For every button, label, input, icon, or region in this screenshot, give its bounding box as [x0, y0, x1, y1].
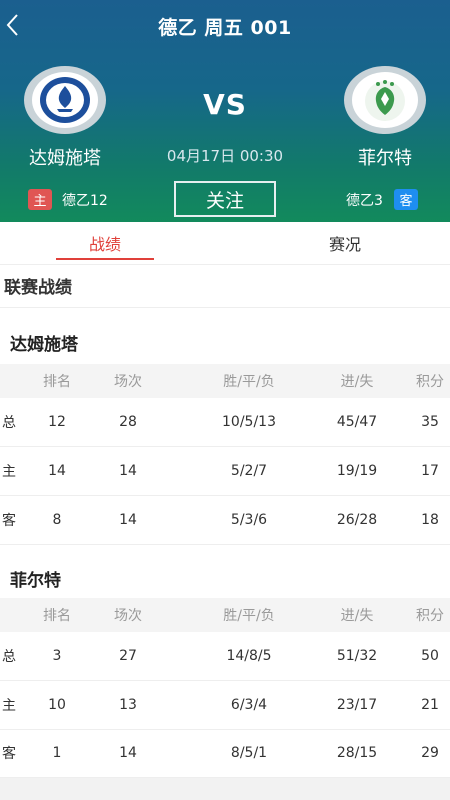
- rank-cell: 12: [48, 414, 66, 430]
- points-cell: 29: [421, 745, 439, 761]
- table-row: 主 14 14 5/2/7 19/19 17: [0, 447, 450, 496]
- table-row: 总 3 27 14/8/5 51/32 50: [0, 632, 450, 681]
- played-cell: 14: [119, 512, 137, 528]
- away-league-rank: 德乙3: [346, 193, 383, 209]
- row-type: 主: [2, 698, 16, 714]
- column-header: 排名: [43, 608, 71, 624]
- table-row: 客 8 14 5/3/6 26/28 18: [0, 496, 450, 545]
- wdl-cell: 10/5/13: [222, 414, 276, 430]
- goals-cell: 51/32: [336, 648, 378, 664]
- divider: [0, 264, 450, 265]
- played-cell: 14: [119, 745, 137, 761]
- row-type: 客: [2, 746, 16, 762]
- column-header: 进/失: [340, 608, 374, 624]
- home-team-heading: 达姆施塔: [10, 335, 78, 355]
- points-cell: 18: [421, 512, 439, 528]
- match-header: 德乙 周五 001 VS 达姆施塔 04月17日 00:30 菲尔特 主 德乙1…: [0, 0, 450, 222]
- away-team-name: 菲尔特: [358, 148, 412, 169]
- column-header: 排名: [43, 374, 71, 390]
- active-tab-indicator: [56, 258, 154, 260]
- section-title: 联赛战绩: [4, 278, 72, 298]
- footer-spacer: [0, 778, 450, 800]
- table-row: 客 1 14 8/5/1 28/15 29: [0, 729, 450, 778]
- played-cell: 13: [119, 697, 137, 713]
- table-header: 排名 场次 胜/平/负 进/失 积分: [0, 364, 450, 398]
- played-cell: 14: [119, 463, 137, 479]
- points-cell: 17: [421, 463, 439, 479]
- rank-cell: 10: [48, 697, 66, 713]
- table-row: 主 10 13 6/3/4 23/17 21: [0, 681, 450, 730]
- page-title: 德乙 周五 001: [158, 17, 292, 39]
- goals-cell: 45/47: [336, 414, 378, 430]
- goals-cell: 26/28: [336, 512, 378, 528]
- home-badge: 主: [28, 189, 52, 210]
- rank-cell: 3: [52, 648, 62, 664]
- wdl-cell: 8/5/1: [230, 745, 268, 761]
- column-header: 进/失: [340, 374, 374, 390]
- row-type: 主: [2, 464, 16, 480]
- column-header: 胜/平/负: [223, 374, 275, 390]
- column-header: 场次: [114, 608, 142, 624]
- column-header: 积分: [416, 608, 444, 624]
- away-team-logo[interactable]: [344, 66, 426, 134]
- away-team-heading: 菲尔特: [10, 571, 61, 591]
- rank-cell: 8: [52, 512, 62, 528]
- wdl-cell: 14/8/5: [226, 648, 272, 664]
- rank-cell: 1: [52, 745, 62, 761]
- divider: [0, 307, 450, 308]
- rank-cell: 14: [48, 463, 66, 479]
- row-type: 客: [2, 513, 16, 529]
- played-cell: 27: [119, 648, 137, 664]
- table-header: 排名 场次 胜/平/负 进/失 积分: [0, 598, 450, 632]
- greuther-furth-crest-icon: [365, 80, 405, 121]
- table-row: 总 12 28 10/5/13 45/47 35: [0, 398, 450, 447]
- wdl-cell: 5/2/7: [230, 463, 268, 479]
- points-cell: 21: [421, 697, 439, 713]
- wdl-cell: 6/3/4: [230, 697, 268, 713]
- points-cell: 35: [421, 414, 439, 430]
- column-header: 积分: [416, 374, 444, 390]
- follow-button[interactable]: 关注: [174, 181, 276, 217]
- home-league-rank: 德乙12: [62, 193, 108, 209]
- goals-cell: 19/19: [336, 463, 378, 479]
- goals-cell: 28/15: [336, 745, 378, 761]
- away-badge: 客: [394, 189, 418, 210]
- row-type: 总: [2, 415, 16, 431]
- row-type: 总: [2, 649, 16, 665]
- played-cell: 28: [119, 414, 137, 430]
- column-header: 场次: [114, 374, 142, 390]
- wdl-cell: 5/3/6: [230, 512, 268, 528]
- points-cell: 50: [421, 648, 439, 664]
- column-header: 胜/平/负: [223, 608, 275, 624]
- goals-cell: 23/17: [336, 697, 378, 713]
- tab-live[interactable]: 赛况: [296, 222, 394, 264]
